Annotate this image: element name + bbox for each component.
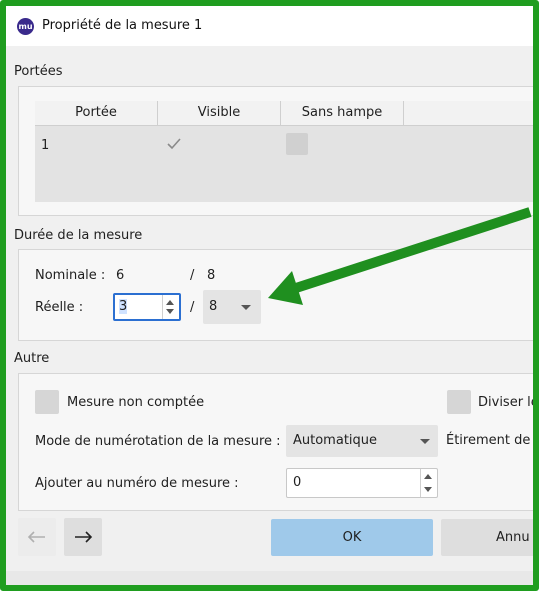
annotation-arrow-icon bbox=[268, 207, 532, 305]
